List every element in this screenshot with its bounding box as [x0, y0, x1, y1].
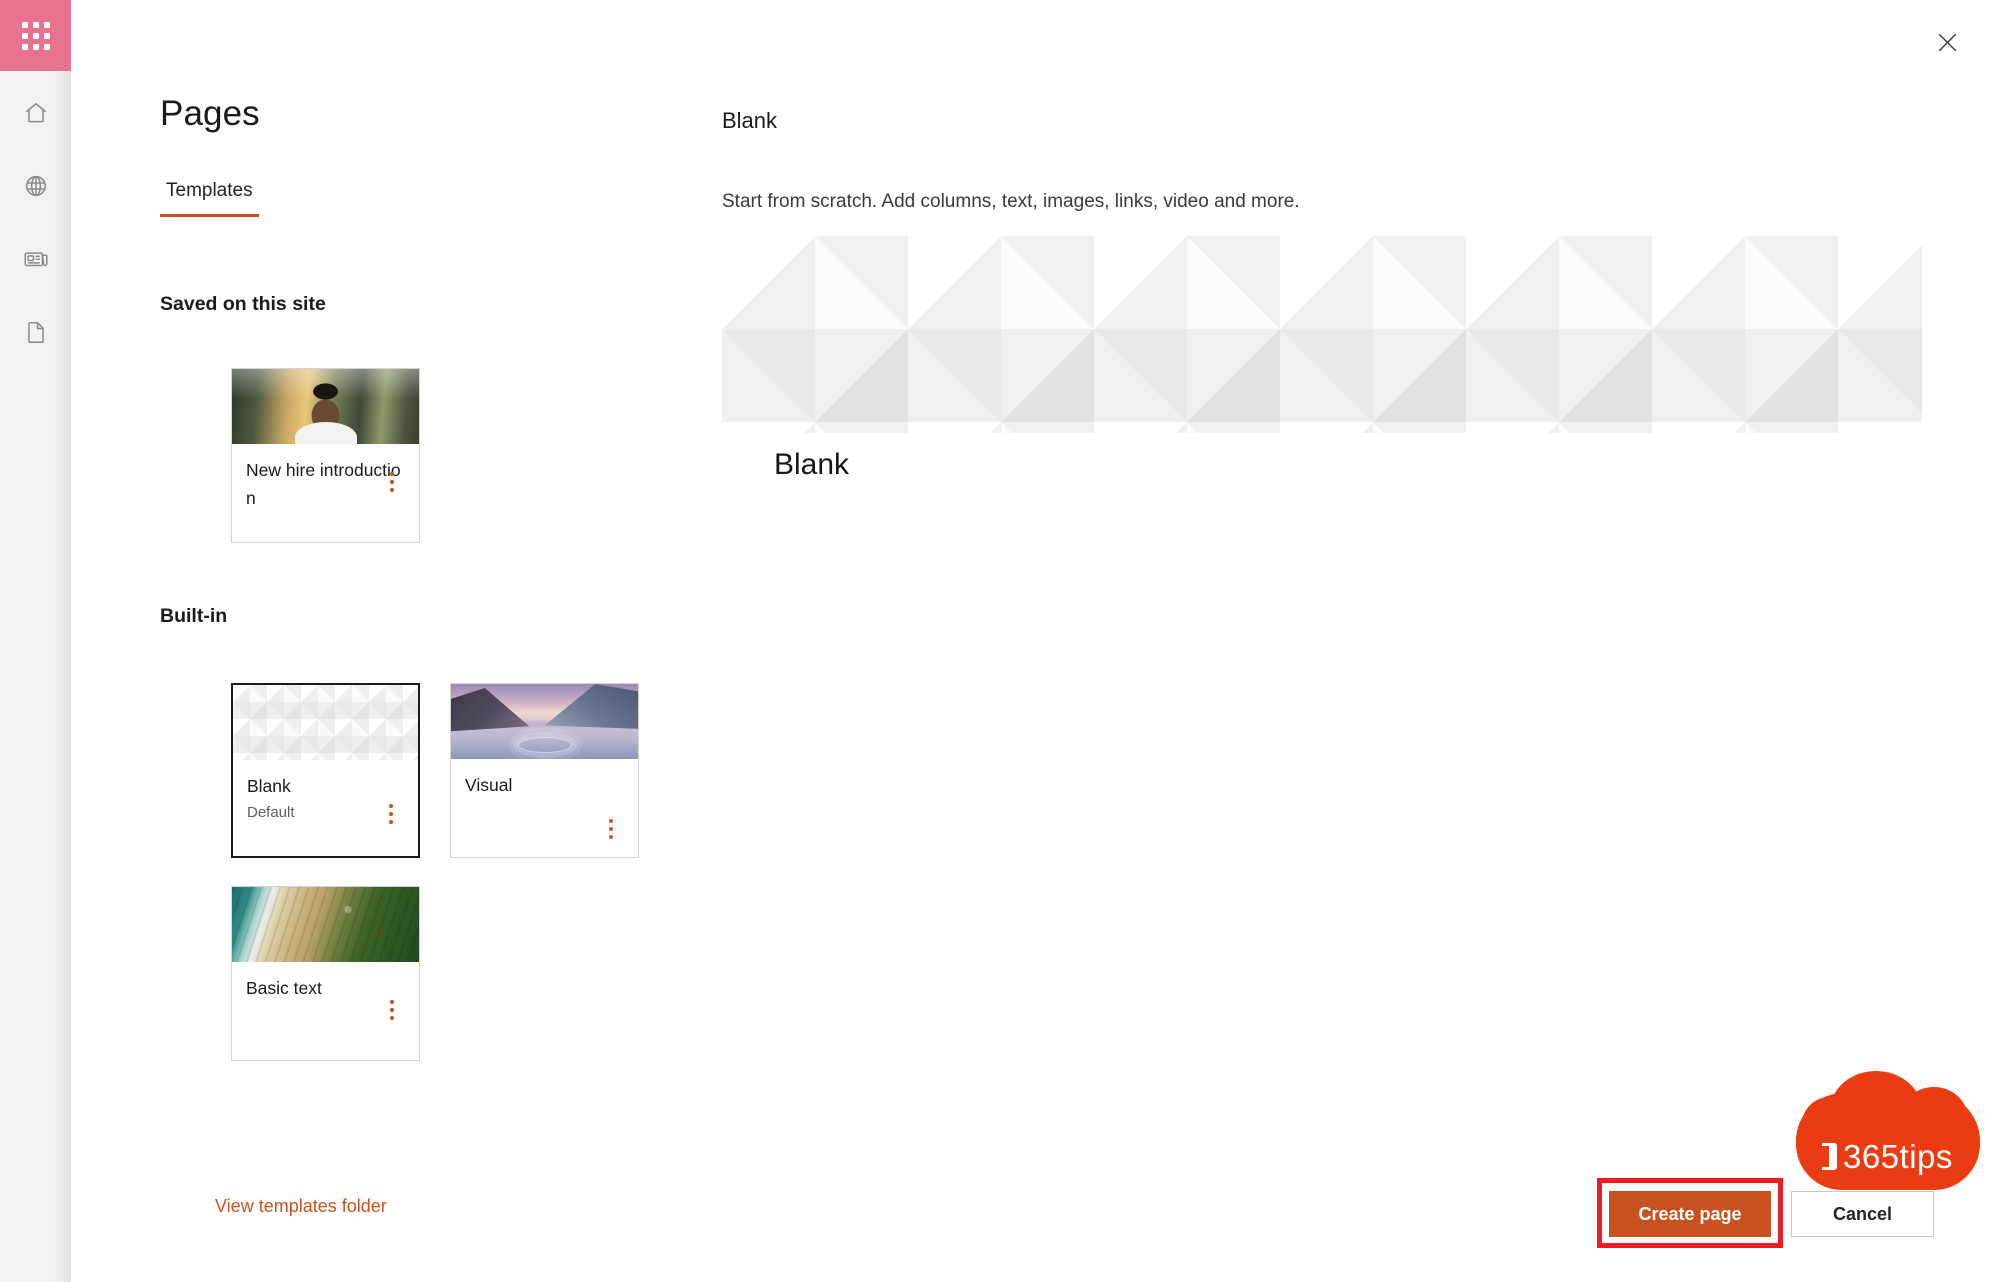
template-thumbnail	[233, 685, 418, 760]
create-page-button[interactable]: Create page	[1609, 1191, 1771, 1237]
rail-item-files[interactable]	[0, 304, 71, 360]
more-options-icon[interactable]	[374, 794, 408, 834]
watermark-text: 365tips	[1843, 1138, 1953, 1175]
template-card-body: Visual	[451, 759, 638, 799]
home-icon	[23, 100, 49, 126]
template-preview: Blank	[722, 236, 1922, 496]
news-icon	[22, 245, 50, 273]
more-options-icon[interactable]	[594, 809, 628, 849]
365tips-watermark: 365tips	[1796, 1071, 1980, 1190]
template-card-basic-text[interactable]: Basic text	[231, 886, 420, 1061]
template-card-visual[interactable]: Visual	[450, 683, 639, 858]
rail-item-home[interactable]	[0, 85, 71, 141]
waffle-icon	[21, 21, 50, 50]
document-icon	[23, 319, 49, 345]
cancel-button[interactable]: Cancel	[1791, 1191, 1934, 1237]
rail-item-news[interactable]	[0, 231, 71, 287]
globe-icon	[23, 173, 49, 199]
view-templates-folder-link[interactable]: View templates folder	[215, 1196, 387, 1217]
app-launcher-button[interactable]	[0, 0, 71, 71]
rail-item-sites[interactable]	[0, 158, 71, 214]
more-options-icon[interactable]	[375, 462, 409, 502]
close-icon	[1937, 32, 1958, 58]
office-logo-icon	[1814, 1143, 1837, 1170]
detail-description: Start from scratch. Add columns, text, i…	[722, 191, 1300, 212]
template-thumbnail	[232, 887, 419, 962]
preview-heading: Blank	[774, 447, 850, 481]
preview-title-bar: Blank	[737, 433, 1922, 496]
template-thumbnail	[232, 369, 419, 444]
detail-title: Blank	[722, 108, 778, 133]
tab-templates[interactable]: Templates	[160, 180, 259, 217]
template-card-blank[interactable]: Blank Default	[231, 683, 420, 858]
tab-list: Templates	[160, 180, 259, 217]
left-nav-rail	[0, 0, 71, 1282]
template-thumbnail	[451, 684, 638, 759]
template-card-new-hire-introduction[interactable]: New hire introduction	[231, 368, 420, 543]
page-title: Pages	[160, 94, 260, 133]
group-label-built-in: Built-in	[160, 605, 228, 627]
templates-panel: Pages Templates Saved on this site New h…	[71, 0, 716, 1282]
page-root: Pages Templates Saved on this site New h…	[0, 0, 1990, 1282]
template-card-name: Visual	[465, 775, 513, 795]
close-button[interactable]	[1924, 22, 1970, 68]
group-label-saved-on-this-site: Saved on this site	[160, 293, 326, 315]
more-options-icon[interactable]	[375, 990, 409, 1030]
